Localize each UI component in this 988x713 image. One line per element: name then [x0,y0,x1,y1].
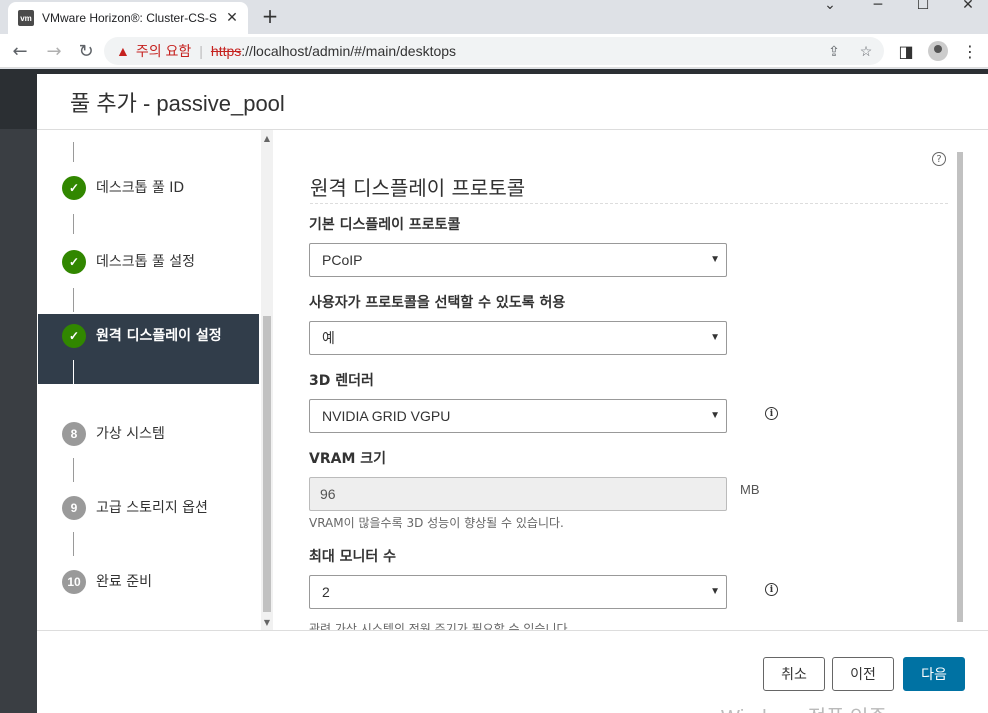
maximize-icon[interactable]: ☐ [903,0,943,13]
minimize-icon[interactable]: ─ [858,0,898,13]
add-pool-dialog: 풀 추가 - passive_pool ✓ 데스크톱 풀 ID ✓ 데스크톱 풀… [37,74,988,713]
chevron-down-icon: ▼ [710,586,720,597]
step-number: 9 [62,496,86,520]
max-monitors-value: 2 [322,584,330,600]
address-bar[interactable]: ▲ 주의 요함 | https ://localhost/admin/#/mai… [104,37,884,65]
forward-arrow-icon[interactable]: → [42,39,66,63]
step-label: 고급 스토리지 옵션 [96,500,208,516]
step-number: 8 [62,422,86,446]
chevron-down-icon: ▼ [710,332,720,343]
scroll-down-icon[interactable]: ▼ [263,618,271,627]
step-connector [73,458,74,482]
check-icon: ✓ [62,176,86,200]
help-icon[interactable]: ? [932,152,946,166]
content-scrollbar[interactable] [954,130,966,630]
step-number: 10 [62,570,86,594]
bookmark-star-icon[interactable]: ☆ [856,41,876,61]
default-protocol-value: PCoIP [322,252,363,268]
check-icon: ✓ [62,324,86,348]
browser-tab-bar: vm VMware Horizon®: Cluster-CS-S ✕ + ⌄ ─… [0,0,988,34]
allow-choose-protocol-select[interactable]: 예 ▼ [309,321,727,355]
step-connector [73,214,74,234]
address-separator: | [199,43,203,59]
step-connector [73,142,74,162]
step-advanced-storage-options[interactable]: 9 고급 스토리지 옵션 [38,496,259,520]
renderer-3d-select[interactable]: NVIDIA GRID VGPU ▼ [309,399,727,433]
step-desktop-pool-id[interactable]: ✓ 데스크톱 풀 ID [38,176,259,200]
info-icon[interactable]: i [765,583,778,596]
dialog-footer: 취소 이전 다음 Windows 정품 인증 [37,630,988,713]
renderer-3d-value: NVIDIA GRID VGPU [322,408,451,424]
step-connector [73,360,74,408]
url-path: ://localhost/admin/#/main/desktops [241,43,457,59]
max-monitors-select[interactable]: 2 ▼ [309,575,727,609]
step-virtual-machines[interactable]: 8 가상 시스템 [38,422,259,446]
default-protocol-label: 기본 디스플레이 프로토콜 [309,217,461,233]
renderer-3d-label: 3D 렌더러 [309,373,374,389]
content-scroll-thumb[interactable] [957,152,963,622]
vram-size-value: 96 [320,486,336,502]
url-scheme: https [210,43,242,59]
security-warning[interactable]: 주의 요함 [136,41,191,61]
max-monitors-label: 최대 모니터 수 [309,549,397,565]
steps-scrollbar[interactable]: ▲ ▼ [261,130,273,630]
chevron-down-icon: ▼ [710,254,720,265]
warning-triangle-icon: ▲ [116,43,130,59]
section-title: 원격 디스플레이 프로토콜 [310,172,948,204]
vmware-favicon-icon: vm [18,10,34,26]
browser-tab[interactable]: vm VMware Horizon®: Cluster-CS-S ✕ [8,2,248,34]
check-icon: ✓ [62,250,86,274]
reload-icon[interactable]: ↻ [74,39,98,63]
vram-size-label: VRAM 크기 [309,451,387,467]
close-tab-icon[interactable]: ✕ [224,10,240,26]
step-label: 원격 디스플레이 설정 [96,328,222,344]
step-desktop-pool-settings[interactable]: ✓ 데스크톱 풀 설정 [38,250,259,274]
side-panel-icon[interactable]: ◨ [894,39,918,63]
background-app-sidebar [0,129,37,713]
step-ready-to-complete[interactable]: 10 완료 준비 [38,570,259,594]
dialog-header: 풀 추가 - passive_pool [37,74,988,130]
close-window-icon[interactable]: ✕ [948,0,988,13]
back-button[interactable]: 이전 [832,657,894,691]
browser-toolbar: ← → ↻ ▲ 주의 요함 | https ://localhost/admin… [0,34,988,68]
new-tab-icon[interactable]: + [258,4,282,28]
allow-choose-protocol-value: 예 [322,330,335,346]
back-arrow-icon[interactable]: ← [8,39,32,63]
step-connector [73,532,74,556]
more-menu-icon[interactable]: ⋮ [958,39,982,63]
vram-size-input: 96 [309,477,727,511]
step-label: 완료 준비 [96,574,152,590]
allow-choose-protocol-label: 사용자가 프로토콜을 선택할 수 있도록 허용 [309,295,566,311]
vram-unit: MB [740,482,760,497]
step-label: 데스크톱 풀 설정 [96,254,196,270]
windows-activation-watermark: Windows 정품 인증 [721,701,887,713]
background-app-header [0,69,37,129]
step-connector [73,288,74,312]
step-label: 데스크톱 풀 ID [96,180,185,196]
default-protocol-select[interactable]: PCoIP ▼ [309,243,727,277]
wizard-steps: ✓ 데스크톱 풀 ID ✓ 데스크톱 풀 설정 ✓ 원격 디스플레이 설정 8 … [37,130,277,630]
step-remote-display-settings[interactable]: ✓ 원격 디스플레이 설정 [38,314,259,384]
vram-helper-text: VRAM이 많을수록 3D 성능이 향상될 수 있습니다. [309,516,564,530]
steps-scroll-thumb[interactable] [263,316,271,612]
scroll-up-icon[interactable]: ▲ [263,134,271,143]
tab-title: VMware Horizon®: Cluster-CS-S [42,11,217,25]
profile-avatar-icon[interactable] [928,41,948,61]
max-monitors-helper-text: 관련 가상 시스템의 전원 주기가 필요할 수 있습니다. [309,622,572,630]
remote-display-form: ? 원격 디스플레이 프로토콜 기본 디스플레이 프로토콜 PCoIP ▼ 사용… [277,130,988,630]
cancel-button[interactable]: 취소 [763,657,825,691]
next-button[interactable]: 다음 [903,657,965,691]
step-label: 가상 시스템 [96,426,165,442]
tab-search-icon[interactable]: ⌄ [810,0,850,13]
info-icon[interactable]: i [765,407,778,420]
share-icon[interactable]: ⇪ [824,41,844,61]
chevron-down-icon: ▼ [710,410,720,421]
dialog-title: 풀 추가 - passive_pool [70,91,285,116]
